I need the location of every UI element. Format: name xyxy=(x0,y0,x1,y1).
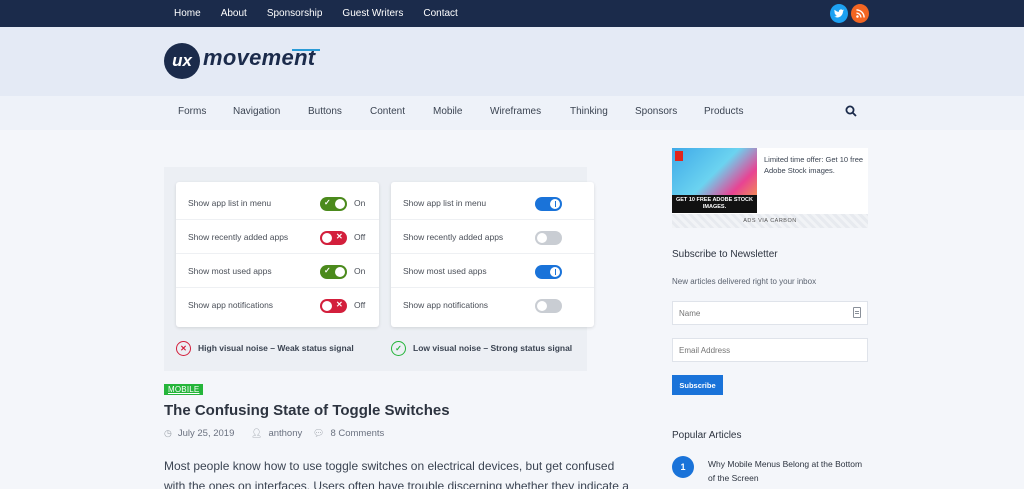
toggle-row: Show app notifications ✕ Off xyxy=(176,288,379,322)
ad-image[interactable]: GET 10 FREE ADOBE STOCK IMAGES. xyxy=(672,148,757,213)
top-nav-about[interactable]: About xyxy=(221,8,247,19)
nav-navigation[interactable]: Navigation xyxy=(233,106,280,117)
nav-content[interactable]: Content xyxy=(370,106,405,117)
toggle-state: Off xyxy=(354,300,366,310)
toggle-row: Show app notifications xyxy=(391,288,594,322)
category-tag[interactable]: MOBILE xyxy=(164,384,204,395)
toggle-row: Show app list in menu xyxy=(391,186,594,220)
top-nav-guest-writers[interactable]: Guest Writers xyxy=(342,8,403,19)
subscribe-button[interactable]: Subscribe xyxy=(672,375,723,395)
nav-products[interactable]: Products xyxy=(704,106,743,117)
main-nav: Forms Navigation Buttons Content Mobile … xyxy=(0,96,1024,130)
comments-icon: 💬︎ xyxy=(313,428,325,438)
article-date-text: July 25, 2019 xyxy=(177,428,235,439)
check-circle-icon: ✓ xyxy=(391,340,406,356)
nav-forms[interactable]: Forms xyxy=(178,106,206,117)
top-nav-sponsorship[interactable]: Sponsorship xyxy=(267,8,323,19)
top-nav: Home About Sponsorship Guest Writers Con… xyxy=(164,0,478,27)
ad-footer[interactable]: ADS VIA CARBON xyxy=(672,214,868,228)
article-author-text[interactable]: anthony xyxy=(268,428,302,439)
carbon-ad[interactable]: GET 10 FREE ADOBE STOCK IMAGES. Limited … xyxy=(672,148,868,228)
nav-wireframes[interactable]: Wireframes xyxy=(490,106,541,117)
popular-heading: Popular Articles xyxy=(672,430,742,441)
toggle-label: Show app list in menu xyxy=(403,198,487,208)
check-icon: ✓ xyxy=(324,266,331,275)
user-icon: 👤︎ xyxy=(251,428,263,438)
article-title[interactable]: The Confusing State of Toggle Switches xyxy=(164,402,450,419)
toggle-label: Show app notifications xyxy=(403,300,489,310)
toggle-switch-on xyxy=(535,265,562,279)
search-icon[interactable] xyxy=(845,105,857,117)
toggle-card-weak: Show app list in menu ✓ On Show recently… xyxy=(176,182,379,327)
check-icon: ✓ xyxy=(324,198,331,207)
site-header: ux movement xyxy=(0,27,1024,96)
toggle-switch-off xyxy=(535,299,562,313)
toggle-label: Show most used apps xyxy=(188,266,272,276)
popular-article-link[interactable]: Why Mobile Menus Belong at the Bottom of… xyxy=(708,457,868,485)
logo-accent xyxy=(292,49,320,51)
toggle-state: On xyxy=(354,198,366,208)
toggle-label: Show recently added apps xyxy=(188,232,289,242)
toggle-row: Show app list in menu ✓ On xyxy=(176,186,379,220)
logo-mark[interactable]: ux xyxy=(164,43,200,79)
nav-sponsors[interactable]: Sponsors xyxy=(635,106,677,117)
toggle-state: Off xyxy=(354,232,366,242)
x-circle-icon: ✕ xyxy=(176,340,191,356)
toggle-switch-off xyxy=(535,231,562,245)
article-comments[interactable]: 💬︎ 8 Comments xyxy=(313,428,384,439)
toggle-label: Show recently added apps xyxy=(403,232,504,242)
top-nav-home[interactable]: Home xyxy=(174,8,201,19)
verdict-strong-text: Low visual noise – Strong status signal xyxy=(413,343,573,353)
nav-mobile[interactable]: Mobile xyxy=(433,106,462,117)
contact-card-icon xyxy=(853,307,861,318)
verdict-weak-text: High visual noise – Weak status signal xyxy=(198,343,354,353)
name-input[interactable] xyxy=(672,301,868,325)
nav-buttons[interactable]: Buttons xyxy=(308,106,342,117)
rss-icon[interactable] xyxy=(851,4,869,23)
newsletter-subtitle: New articles delivered right to your inb… xyxy=(672,277,817,286)
toggle-label: Show app list in menu xyxy=(188,198,272,208)
adobe-logo-icon xyxy=(675,151,683,161)
toggle-switch-off: ✕ xyxy=(320,231,347,245)
ad-image-caption: GET 10 FREE ADOBE STOCK IMAGES. xyxy=(672,195,757,213)
newsletter-heading: Subscribe to Newsletter xyxy=(672,249,778,260)
email-input[interactable] xyxy=(672,338,868,362)
x-icon: ✕ xyxy=(336,232,343,241)
toggle-row: Show recently added apps ✕ Off xyxy=(176,220,379,254)
toggle-row: Show most used apps ✓ On xyxy=(176,254,379,288)
toggle-row: Show recently added apps xyxy=(391,220,594,254)
toggle-switch-on xyxy=(535,197,562,211)
toggle-card-strong: Show app list in menu Show recently adde… xyxy=(391,182,594,327)
toggle-label: Show app notifications xyxy=(188,300,274,310)
toggle-switch-on: ✓ xyxy=(320,265,347,279)
verdict-strong: ✓ Low visual noise – Strong status signa… xyxy=(391,340,572,356)
nav-thinking[interactable]: Thinking xyxy=(570,106,608,117)
article-date: ◷ July 25, 2019 xyxy=(164,428,234,439)
x-icon: ✕ xyxy=(336,300,343,309)
toggle-state: On xyxy=(354,266,366,276)
twitter-icon[interactable] xyxy=(830,4,848,23)
toggle-label: Show most used apps xyxy=(403,266,487,276)
top-bar xyxy=(0,0,1024,27)
toggle-switch-on: ✓ xyxy=(320,197,347,211)
toggle-row: Show most used apps xyxy=(391,254,594,288)
popular-rank-badge: 1 xyxy=(672,456,694,478)
article-excerpt: Most people know how to use toggle switc… xyxy=(164,459,629,489)
article-comments-text[interactable]: 8 Comments xyxy=(330,428,384,439)
toggle-switch-off: ✕ xyxy=(320,299,347,313)
top-nav-contact[interactable]: Contact xyxy=(423,8,457,19)
ad-text[interactable]: Limited time offer: Get 10 free Adobe St… xyxy=(764,154,864,176)
verdict-weak: ✕ High visual noise – Weak status signal xyxy=(176,340,354,356)
clock-icon: ◷ xyxy=(164,428,172,438)
article-author[interactable]: 👤︎ anthony xyxy=(251,428,302,439)
